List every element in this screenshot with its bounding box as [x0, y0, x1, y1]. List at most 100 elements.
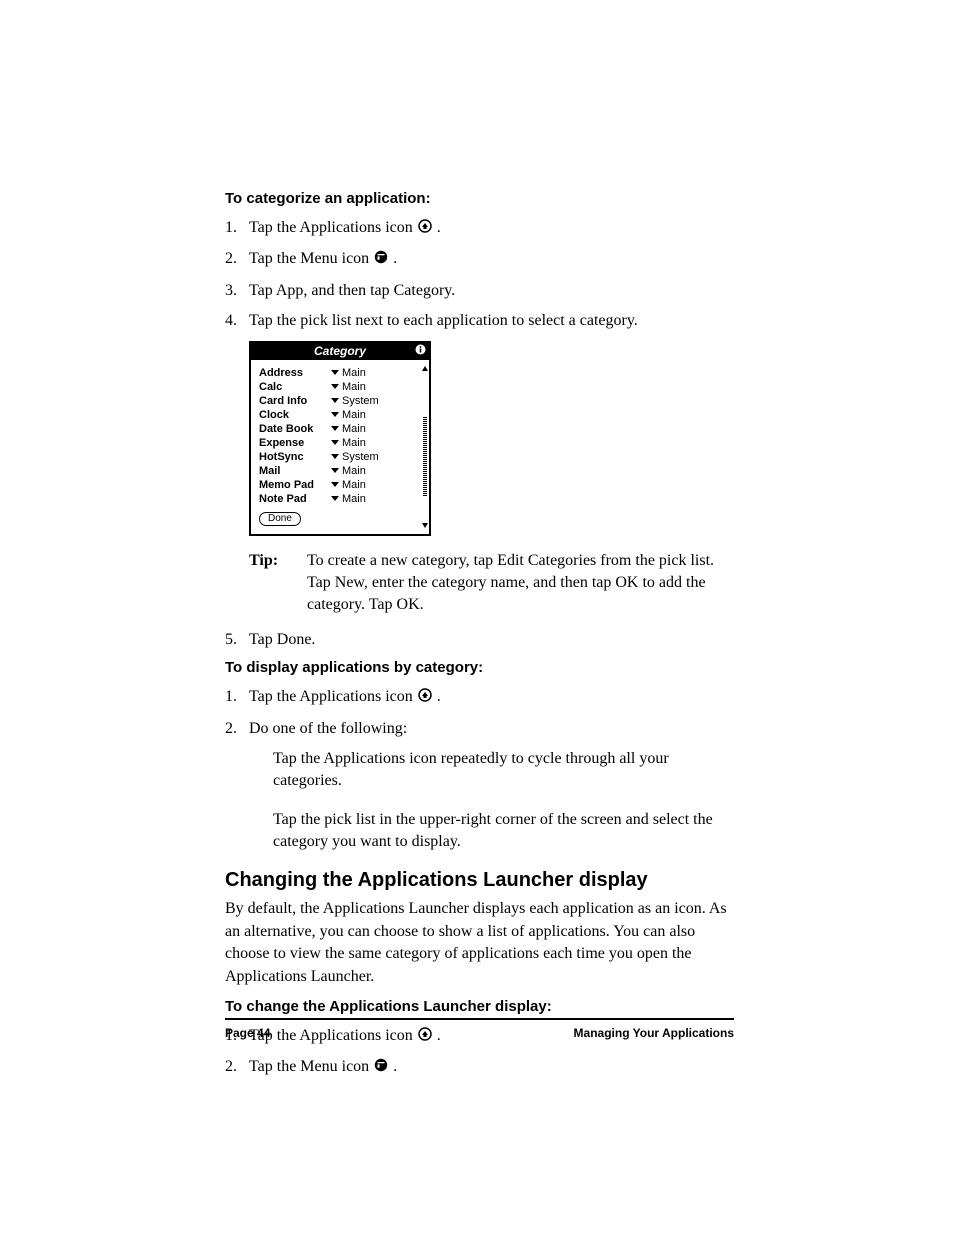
heading-categorize: To categorize an application: — [225, 190, 734, 207]
heading-change-launcher: To change the Applications Launcher disp… — [225, 998, 734, 1015]
substep-1: Tap the Applications icon repeatedly to … — [273, 748, 734, 793]
app-name: Clock — [259, 408, 331, 422]
category-value: Main — [342, 465, 366, 477]
dropdown-triangle-icon — [331, 468, 339, 473]
category-value: System — [342, 395, 379, 407]
tip-label: Tip: — [249, 550, 307, 617]
dropdown-triangle-icon — [331, 370, 339, 375]
dropdown-triangle-icon — [331, 440, 339, 445]
scroll-thumb[interactable] — [423, 416, 427, 496]
heading-display-by-category: To display applications by category: — [225, 659, 734, 676]
screen-body: AddressMainCalcMainCard InfoSystemClockM… — [251, 360, 429, 534]
applications-home-icon — [418, 218, 432, 240]
step-text-end: . — [393, 1058, 397, 1075]
step-number: 5. — [225, 629, 237, 651]
app-name: Note Pad — [259, 492, 331, 506]
steps-categorize: 1. Tap the Applications icon . 2. Tap th… — [225, 217, 734, 333]
step-text: Tap the Menu icon — [249, 250, 373, 267]
category-picklist[interactable]: Main — [331, 492, 419, 506]
tip-block: Tip: To create a new category, tap Edit … — [249, 550, 734, 617]
step-text: Tap the Applications icon — [249, 219, 417, 236]
dropdown-triangle-icon — [331, 454, 339, 459]
category-value: Main — [342, 479, 366, 491]
category-value: Main — [342, 437, 366, 449]
tip-text: To create a new category, tap Edit Categ… — [307, 550, 734, 617]
menu-icon — [374, 1057, 388, 1079]
step-1: 1. Tap the Applications icon . — [225, 686, 734, 709]
substep-2: Tap the pick list in the upper-right cor… — [273, 809, 734, 854]
category-picklist[interactable]: Main — [331, 380, 419, 394]
section-title: Changing the Applications Launcher displ… — [225, 869, 734, 892]
app-name: Expense — [259, 436, 331, 450]
category-row: Mail Main — [259, 464, 419, 478]
page-footer: Page 44 Managing Your Applications — [225, 1018, 734, 1040]
app-name: Memo Pad — [259, 478, 331, 492]
step-text: Tap the Applications icon — [249, 688, 417, 705]
steps-display: 1. Tap the Applications icon . 2. Do one… — [225, 686, 734, 740]
app-name: Card Info — [259, 394, 331, 408]
step-1: 1. Tap the Applications icon . — [225, 217, 734, 240]
app-name: Address — [259, 366, 331, 380]
category-screen: Category AddressMainCalcMainCard InfoSys… — [249, 341, 431, 536]
dropdown-triangle-icon — [331, 496, 339, 501]
document-page: To categorize an application: 1. Tap the… — [0, 0, 954, 1235]
step-number: 2. — [225, 248, 237, 270]
step-number: 4. — [225, 310, 237, 332]
step-number: 2. — [225, 1056, 237, 1078]
app-name: Mail — [259, 464, 331, 478]
done-button[interactable]: Done — [259, 512, 301, 526]
step-text-end: . — [437, 688, 441, 705]
info-icon[interactable] — [415, 344, 426, 358]
category-picklist[interactable]: System — [331, 450, 419, 464]
category-picklist[interactable]: Main — [331, 436, 419, 450]
category-picklist[interactable]: Main — [331, 422, 419, 436]
dropdown-triangle-icon — [331, 482, 339, 487]
category-value: Main — [342, 423, 366, 435]
step-4: 4. Tap the pick list next to each applic… — [225, 310, 734, 332]
category-row: Note Pad Main — [259, 492, 419, 506]
page-number: Page 44 — [225, 1026, 270, 1040]
category-picklist[interactable]: System — [331, 394, 419, 408]
dropdown-triangle-icon — [331, 426, 339, 431]
step-text: Tap Done. — [249, 631, 315, 648]
category-value: Main — [342, 409, 366, 421]
footer-rule — [225, 1018, 734, 1020]
category-picklist[interactable]: Main — [331, 408, 419, 422]
category-picklist[interactable]: Main — [331, 366, 419, 380]
step-number: 2. — [225, 718, 237, 740]
menu-icon — [374, 249, 388, 271]
scrollbar[interactable] — [423, 366, 427, 528]
step-number: 3. — [225, 280, 237, 302]
category-row: Card Info System — [259, 394, 419, 408]
step-text: Do one of the following: — [249, 720, 407, 737]
category-value: Main — [342, 381, 366, 393]
category-row: Memo Pad Main — [259, 478, 419, 492]
category-picklist[interactable]: Main — [331, 464, 419, 478]
step-number: 1. — [225, 217, 237, 239]
category-row: Clock Main — [259, 408, 419, 422]
step-number: 1. — [225, 686, 237, 708]
section-body: By default, the Applications Launcher di… — [225, 898, 734, 988]
app-name: Date Book — [259, 422, 331, 436]
step-text: Tap App, and then tap Category. — [249, 282, 455, 299]
category-row: AddressMain — [259, 366, 419, 380]
scroll-up-icon[interactable] — [422, 366, 428, 371]
dropdown-triangle-icon — [331, 384, 339, 389]
step-text-end: . — [437, 219, 441, 236]
category-row: HotSyncSystem — [259, 450, 419, 464]
step-2: 2. Do one of the following: — [225, 718, 734, 740]
step-3: 3. Tap App, and then tap Category. — [225, 280, 734, 302]
category-row: CalcMain — [259, 380, 419, 394]
category-value: Main — [342, 493, 366, 505]
category-picklist[interactable]: Main — [331, 478, 419, 492]
applications-home-icon — [418, 687, 432, 709]
step-text: Tap the pick list next to each applicati… — [249, 312, 638, 329]
chapter-title: Managing Your Applications — [574, 1026, 734, 1040]
dropdown-triangle-icon — [331, 412, 339, 417]
step-2: 2. Tap the Menu icon . — [225, 1056, 734, 1079]
category-row: Expense Main — [259, 436, 419, 450]
category-row: Date Book Main — [259, 422, 419, 436]
scroll-down-icon[interactable] — [422, 523, 428, 528]
steps-categorize-cont: 5. Tap Done. — [225, 629, 734, 651]
screen-title-bar: Category — [251, 343, 429, 360]
